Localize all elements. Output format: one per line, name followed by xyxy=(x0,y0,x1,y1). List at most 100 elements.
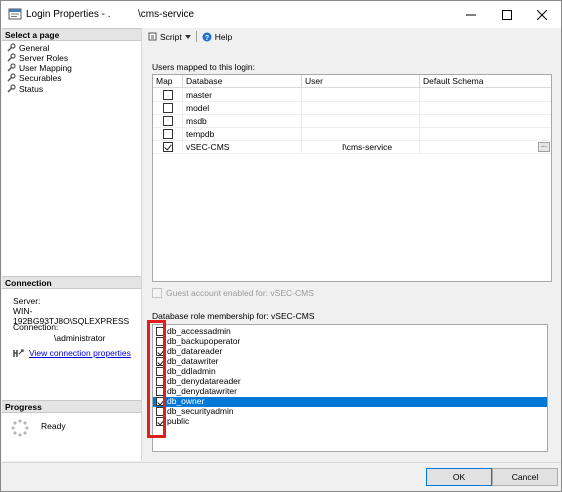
role-label: db_denydatareader xyxy=(167,376,241,386)
close-icon xyxy=(537,9,547,20)
table-row[interactable]: vSEC-CMS I\cms-service ... xyxy=(153,141,551,154)
role-membership-list: db_accessadmin db_backupoperator db_data… xyxy=(152,324,548,452)
browse-schema-button[interactable]: ... xyxy=(538,142,550,152)
column-header-user[interactable]: User xyxy=(302,75,420,88)
schema-cell[interactable]: ... xyxy=(420,141,551,154)
map-checkbox[interactable] xyxy=(163,90,173,100)
database-cell: tempdb xyxy=(183,128,302,141)
view-connection-properties-label: View connection properties xyxy=(29,348,131,358)
ok-button[interactable]: OK xyxy=(426,468,492,486)
table-row[interactable]: model xyxy=(153,102,551,115)
page-item-label: Securables xyxy=(19,72,62,83)
role-label: db_owner xyxy=(167,396,205,406)
role-checkbox[interactable] xyxy=(156,367,165,376)
wrench-icon xyxy=(7,43,16,52)
role-checkbox[interactable] xyxy=(156,347,165,356)
script-button[interactable]: Script xyxy=(148,32,191,42)
role-checkbox[interactable] xyxy=(156,337,165,346)
map-cell xyxy=(153,141,183,154)
app-icon xyxy=(8,8,22,20)
guest-account-checkbox[interactable] xyxy=(152,288,162,298)
role-label: db_denydatawriter xyxy=(167,386,237,396)
column-header-default-schema[interactable]: Default Schema xyxy=(420,75,551,88)
toolbar-divider xyxy=(195,31,197,42)
login-properties-window: Login Properties - . \cms-service Select… xyxy=(0,0,562,492)
connection-label: Connection: xyxy=(13,322,59,332)
wrench-icon xyxy=(7,63,16,72)
user-cell[interactable] xyxy=(302,102,420,115)
map-checkbox[interactable] xyxy=(163,142,173,152)
window-title: Login Properties - . xyxy=(26,9,111,20)
role-checkbox[interactable] xyxy=(156,417,165,426)
select-page-header: Select a page xyxy=(2,28,141,41)
role-checkbox[interactable] xyxy=(156,397,165,406)
progress-spinner-icon xyxy=(11,419,29,437)
help-button[interactable]: ? Help xyxy=(202,32,232,42)
role-label: db_accessadmin xyxy=(167,326,231,336)
role-membership-caption: Database role membership for: vSEC-CMS xyxy=(152,311,315,321)
minimize-icon xyxy=(466,14,476,15)
left-pane: Select a page General Server Roles User … xyxy=(2,28,142,461)
wrench-icon xyxy=(7,84,16,93)
progress-status: Ready xyxy=(41,421,66,431)
help-icon: ? xyxy=(202,32,212,42)
table-row[interactable]: master xyxy=(153,89,551,102)
page-item-label: Status xyxy=(19,83,44,94)
cancel-button[interactable]: Cancel xyxy=(492,468,558,486)
database-cell: model xyxy=(183,102,302,115)
map-cell xyxy=(153,102,183,115)
table-row[interactable]: tempdb xyxy=(153,128,551,141)
database-cell: msdb xyxy=(183,115,302,128)
role-checkbox[interactable] xyxy=(156,407,165,416)
right-pane: Script ? Help Users mapped to this login… xyxy=(143,28,561,461)
map-checkbox[interactable] xyxy=(163,116,173,126)
list-item[interactable]: public xyxy=(153,416,547,427)
wrench-icon xyxy=(7,73,16,82)
connection-value: \administrator xyxy=(54,333,106,343)
help-label: Help xyxy=(214,31,233,42)
map-checkbox[interactable] xyxy=(163,103,173,113)
map-checkbox[interactable] xyxy=(163,129,173,139)
column-header-map[interactable]: Map xyxy=(153,75,183,88)
guest-account-option: Guest account enabled for: vSEC-CMS xyxy=(152,288,314,298)
role-checkbox[interactable] xyxy=(156,357,165,366)
minimize-button[interactable] xyxy=(454,1,488,28)
user-cell[interactable]: I\cms-service xyxy=(302,141,420,154)
page-item-status[interactable]: Status xyxy=(7,83,43,94)
maximize-button[interactable] xyxy=(490,1,524,28)
list-item[interactable]: db_securityadmin xyxy=(153,406,547,417)
schema-cell[interactable] xyxy=(420,115,551,128)
connection-header: Connection xyxy=(2,276,141,289)
progress-header: Progress xyxy=(2,400,141,413)
maximize-icon xyxy=(502,9,512,20)
list-item[interactable]: db_denydatawriter xyxy=(153,386,547,397)
view-connection-properties-link[interactable]: View connection properties xyxy=(13,348,131,358)
user-cell[interactable] xyxy=(302,115,420,128)
role-label: public xyxy=(167,416,190,426)
users-mapped-caption: Users mapped to this login: xyxy=(152,62,255,72)
role-label: db_securityadmin xyxy=(167,406,234,416)
close-button[interactable] xyxy=(525,1,559,28)
table-row[interactable]: msdb xyxy=(153,115,551,128)
page-item-label: User Mapping xyxy=(19,62,72,73)
role-label: db_ddladmin xyxy=(167,366,216,376)
role-checkbox[interactable] xyxy=(156,377,165,386)
page-item-label: General xyxy=(19,42,50,53)
role-checkbox[interactable] xyxy=(156,327,165,336)
toolbar: Script ? Help xyxy=(143,28,561,45)
server-label: Server: xyxy=(13,296,41,306)
user-cell[interactable] xyxy=(302,128,420,141)
wrench-icon xyxy=(7,53,16,62)
button-bar: OK Cancel xyxy=(2,462,561,491)
schema-cell[interactable] xyxy=(420,89,551,102)
schema-cell[interactable] xyxy=(420,102,551,115)
role-checkbox[interactable] xyxy=(156,387,165,396)
schema-cell[interactable] xyxy=(420,128,551,141)
user-cell[interactable] xyxy=(302,89,420,102)
grid-header: Map Database User Default Schema xyxy=(153,75,551,88)
column-header-database[interactable]: Database xyxy=(183,75,302,88)
svg-text:?: ? xyxy=(205,35,209,42)
page-item-securables[interactable]: Securables xyxy=(7,72,62,83)
role-label: db_backupoperator xyxy=(167,336,241,346)
window-title-login: \cms-service xyxy=(138,9,195,20)
